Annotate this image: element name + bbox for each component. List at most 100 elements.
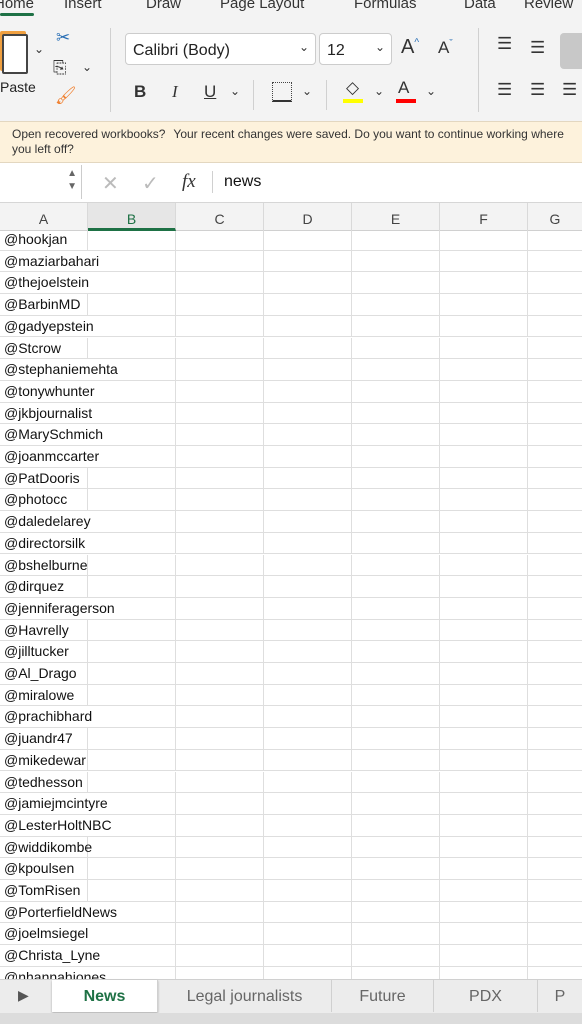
cell-b[interactable] <box>88 858 176 879</box>
cell-e[interactable] <box>352 467 440 489</box>
cell-b[interactable] <box>88 446 176 467</box>
cell-g[interactable] <box>528 338 582 359</box>
cell-a[interactable]: @jamiejmcintyre <box>0 793 108 814</box>
cell-d[interactable] <box>264 901 352 923</box>
cell-d[interactable] <box>264 337 352 359</box>
tab-insert[interactable]: Insert <box>64 0 102 12</box>
chevron-down-icon[interactable]: ⌄ <box>374 84 384 98</box>
cell-g[interactable] <box>528 772 582 793</box>
cell-e[interactable] <box>352 641 440 662</box>
cell-e[interactable] <box>352 749 440 771</box>
cell-a[interactable]: @prachibhard <box>0 706 92 727</box>
cell-f[interactable] <box>440 706 528 728</box>
cell-e[interactable] <box>352 836 440 858</box>
cell-a[interactable]: @widdikombe <box>0 836 92 858</box>
cell-a[interactable]: @daledelarey <box>0 511 91 532</box>
cell-b[interactable] <box>88 532 176 554</box>
cell-b[interactable] <box>88 641 176 662</box>
cell-g[interactable] <box>528 858 582 879</box>
cell-g[interactable] <box>528 511 582 532</box>
font-size-select[interactable]: 12 ⌄ <box>319 33 392 65</box>
cell-d[interactable] <box>264 663 352 684</box>
cell-c[interactable] <box>176 706 264 728</box>
confirm-icon[interactable]: ✓ <box>142 171 159 196</box>
cell-g[interactable] <box>528 446 582 467</box>
cell-e[interactable] <box>352 923 440 945</box>
cell-c[interactable] <box>176 966 264 979</box>
cancel-icon[interactable]: ✕ <box>102 171 119 196</box>
tab-review[interactable]: Review <box>524 0 573 12</box>
cell-f[interactable] <box>440 250 528 272</box>
format-painter-icon[interactable]: 🖌 <box>55 86 77 106</box>
sheet-tab[interactable]: P <box>538 980 582 1012</box>
font-name-select[interactable]: Calibri (Body) ⌄ <box>125 33 316 65</box>
column-header-c[interactable]: C <box>176 203 264 231</box>
cell-d[interactable] <box>264 532 352 554</box>
increase-font-icon[interactable]: A^ <box>401 36 419 59</box>
borders-icon[interactable] <box>272 82 292 102</box>
cell-b[interactable] <box>88 272 176 294</box>
cell-g[interactable] <box>528 231 582 250</box>
column-header-a[interactable]: A <box>0 203 88 231</box>
sheet-tab[interactable]: Future <box>332 980 434 1012</box>
cell-e[interactable] <box>352 793 440 814</box>
cell-c[interactable] <box>176 489 264 511</box>
cell-a[interactable]: @directorsilk <box>0 533 88 554</box>
cell-f[interactable] <box>440 684 528 706</box>
cell-d[interactable] <box>264 880 352 901</box>
cell-b[interactable] <box>88 706 176 728</box>
cell-e[interactable] <box>352 684 440 706</box>
cell-e[interactable] <box>352 250 440 272</box>
cell-f[interactable] <box>440 380 528 402</box>
cell-g[interactable] <box>528 272 582 293</box>
align-right-icon[interactable]: ☰ <box>562 80 577 100</box>
insert-function-button[interactable]: fx <box>182 171 196 193</box>
cell-g[interactable] <box>528 706 582 727</box>
cell-d[interactable] <box>264 446 352 467</box>
cell-f[interactable] <box>440 359 528 380</box>
paste-button[interactable]: Paste <box>0 79 36 95</box>
cell-e[interactable] <box>352 901 440 923</box>
cell-e[interactable] <box>352 380 440 402</box>
cell-g[interactable] <box>528 598 582 619</box>
tab-draw[interactable]: Draw <box>146 0 181 12</box>
cell-d[interactable] <box>264 945 352 966</box>
cell-e[interactable] <box>352 511 440 532</box>
cell-d[interactable] <box>264 858 352 879</box>
cell-c[interactable] <box>176 771 264 793</box>
cell-a[interactable]: @dirquez <box>0 576 88 597</box>
formula-input[interactable]: news <box>224 173 261 191</box>
column-header-g[interactable]: G <box>528 203 582 231</box>
cell-c[interactable] <box>176 663 264 684</box>
cell-f[interactable] <box>440 272 528 294</box>
cell-c[interactable] <box>176 315 264 337</box>
cell-g[interactable] <box>528 468 582 489</box>
cell-b[interactable] <box>88 337 176 359</box>
align-center-icon[interactable]: ☰ <box>530 80 545 100</box>
italic-button[interactable]: I <box>172 82 178 102</box>
cell-g[interactable] <box>528 793 582 814</box>
cell-f[interactable] <box>440 945 528 966</box>
cell-e[interactable] <box>352 619 440 641</box>
cell-e[interactable] <box>352 814 440 836</box>
cell-a[interactable]: @thejoelstein <box>0 272 89 293</box>
cell-c[interactable] <box>176 446 264 467</box>
cell-a[interactable]: @stephaniemehta <box>0 359 118 380</box>
cell-d[interactable] <box>264 489 352 511</box>
chevron-down-icon[interactable]: ⌄ <box>302 84 312 98</box>
cell-d[interactable] <box>264 706 352 728</box>
column-header-d[interactable]: D <box>264 203 352 231</box>
cell-grid[interactable]: @hookjan @maziarbahari @thejoelstein @Barbi… <box>0 231 582 979</box>
cell-d[interactable] <box>264 511 352 532</box>
cell-g[interactable] <box>528 316 582 337</box>
cell-c[interactable] <box>176 467 264 489</box>
cell-f[interactable] <box>440 793 528 814</box>
cell-g[interactable] <box>528 533 582 554</box>
cell-a[interactable]: @nhannahjones <box>0 967 106 979</box>
cell-g[interactable] <box>528 641 582 662</box>
cell-e[interactable] <box>352 315 440 337</box>
underline-button[interactable]: U <box>204 82 216 102</box>
cell-b[interactable] <box>88 511 176 532</box>
align-middle-icon[interactable]: ☰ <box>530 38 545 58</box>
cell-g[interactable] <box>528 359 582 380</box>
